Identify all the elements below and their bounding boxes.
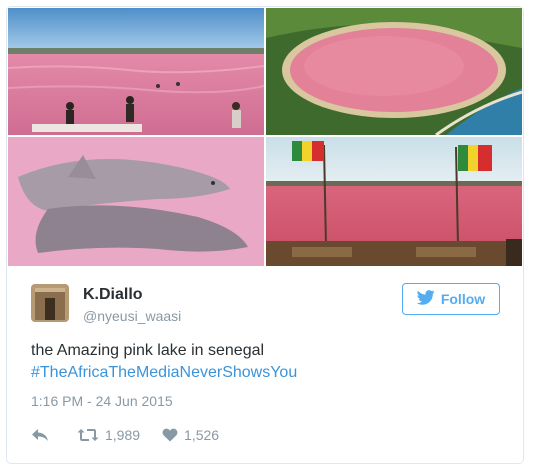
photo-boat-flags[interactable] — [266, 137, 522, 266]
reply-button[interactable] — [31, 428, 53, 442]
retweet-button[interactable]: 1,989 — [77, 427, 140, 443]
like-count: 1,526 — [184, 427, 220, 443]
reply-icon — [31, 428, 49, 442]
author-handle[interactable]: @nyeusi_waasi — [83, 308, 181, 324]
retweet-icon — [77, 428, 99, 442]
photo-aerial-lake[interactable] — [266, 8, 522, 135]
retweet-count: 1,989 — [105, 427, 141, 443]
tweet-text: the Amazing pink lake in senegal — [31, 342, 265, 359]
like-button[interactable]: 1,526 — [162, 427, 219, 443]
twitter-bird-icon — [416, 290, 435, 308]
tweet-timestamp[interactable]: 1:16 PM - 24 Jun 2015 — [31, 393, 173, 409]
follow-button[interactable]: Follow — [402, 283, 500, 315]
photo-grid — [8, 8, 522, 266]
author-name[interactable]: K.Diallo — [83, 286, 143, 304]
tweet-card: K.Diallo @nyeusi_waasi Follow the Amazin… — [6, 6, 524, 464]
hashtag-link[interactable]: #TheAfricaTheMediaNeverShowsYou — [31, 362, 297, 383]
follow-label: Follow — [440, 291, 486, 307]
avatar[interactable] — [31, 284, 69, 322]
heart-icon — [162, 428, 178, 442]
photo-dolphins[interactable] — [8, 137, 264, 266]
photo-salt-harvesters[interactable] — [8, 8, 264, 135]
tweet-actions: 1,989 1,526 — [31, 426, 219, 444]
